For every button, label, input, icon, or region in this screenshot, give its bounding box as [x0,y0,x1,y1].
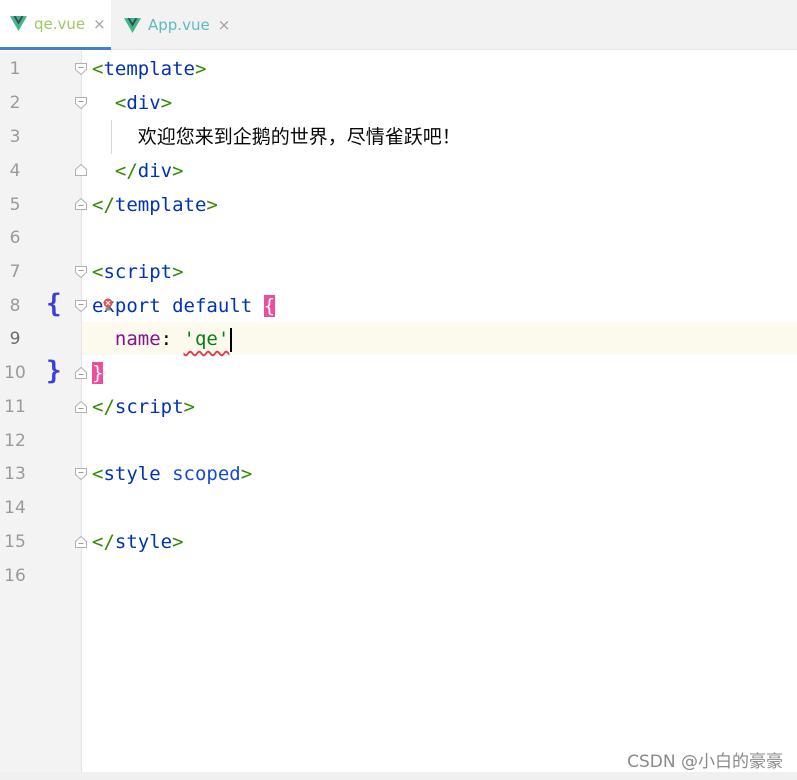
tag-bracket: > [172,261,184,283]
tag-bracket: > [172,531,184,553]
horizontal-scrollbar[interactable] [0,772,797,780]
tag-bracket: > [206,194,218,216]
tag-name: div [126,92,161,114]
error-lightbulb-icon[interactable] [102,298,114,312]
code-editor[interactable]: <template> <div> 欢迎您来到企鹅的世界，尽情雀跃吧！ </div… [82,51,797,780]
line-number-current: 9 [9,329,21,349]
line-number: 6 [9,228,21,248]
tag-bracket: < [92,463,104,485]
tag-bracket: </ [114,160,138,182]
line-number: 14 [4,498,26,518]
vue-file-icon [10,16,27,31]
line-number: 1 [9,59,21,79]
tag-bracket: > [183,396,195,418]
text-caret [230,327,233,352]
vue-file-icon [124,17,141,33]
watermark: CSDN @小白的豪豪 [627,752,783,772]
tab-label: App.vue [148,16,210,34]
tag-name: script [103,261,173,283]
tag-bracket: </ [92,396,115,418]
keyword-default: default [172,295,253,317]
tag-bracket: > [240,463,253,485]
code-line-7[interactable]: <script> [92,255,184,289]
editor-gutter[interactable]: 1 2 3 4 5 6 7 8 9 10 11 12 13 14 15 16 {… [0,51,87,780]
line-number: 3 [9,127,21,147]
close-tab-icon[interactable]: × [93,15,106,33]
colon: : [160,328,184,350]
code-line-8[interactable]: export default { [92,289,276,323]
code-line-11[interactable]: </script> [92,390,195,424]
tab-app-vue[interactable]: App.vue × [114,0,234,50]
code-line-5[interactable]: </template> [92,188,218,222]
tag-name: template [114,194,207,216]
code-line-4[interactable]: </div> [92,154,184,188]
scope-open-brace-marker: { [46,289,62,319]
scope-close-brace-marker: } [46,356,62,386]
code-line-9[interactable]: name: 'qe' [92,322,233,356]
code-line-2[interactable]: <div> [92,86,172,120]
tag-name: style [103,463,161,485]
editor-tab-bar: qe.vue × App.vue × [0,0,797,50]
tag-bracket: </ [92,194,115,216]
tab-label: qe.vue [34,14,86,33]
tag-bracket: </ [92,531,115,553]
tag-bracket: < [92,261,104,283]
code-line-10[interactable]: } [92,356,104,390]
attribute-name: scoped [172,463,241,485]
line-number: 5 [9,195,21,215]
line-number: 13 [4,464,26,484]
line-number: 7 [9,262,21,282]
matched-close-brace: } [92,362,104,384]
matched-open-brace: { [263,295,276,317]
tag-name: div [137,160,173,182]
line-number: 16 [4,566,26,586]
line-number: 10 [4,363,26,383]
tag-bracket: < [114,92,127,114]
code-line-3[interactable]: 欢迎您来到企鹅的世界，尽情雀跃吧！ [92,120,461,154]
line-number: 8 [9,296,21,316]
tag-bracket: > [194,58,207,80]
line-number: 2 [9,93,21,113]
tag-name: template [103,58,195,80]
tag-bracket: > [160,92,173,114]
tag-name: style [114,531,173,553]
line-number: 12 [4,431,26,451]
code-line-15[interactable]: </style> [92,525,184,559]
code-line-13[interactable]: <style scoped> [92,457,252,491]
template-text: 欢迎您来到企鹅的世界，尽情雀跃吧！ [137,126,461,148]
string-literal: 'qe' [183,328,230,350]
line-number: 11 [4,397,26,417]
tag-name: script [114,396,184,418]
tag-bracket: < [92,58,104,80]
code-line-1[interactable]: <template> [92,52,206,86]
line-number: 4 [9,161,21,181]
tab-qe-vue[interactable]: qe.vue × [0,0,111,50]
property-name: name [114,328,161,350]
line-number: 15 [4,532,26,552]
close-tab-icon[interactable]: × [218,16,231,34]
tag-bracket: > [172,160,184,182]
